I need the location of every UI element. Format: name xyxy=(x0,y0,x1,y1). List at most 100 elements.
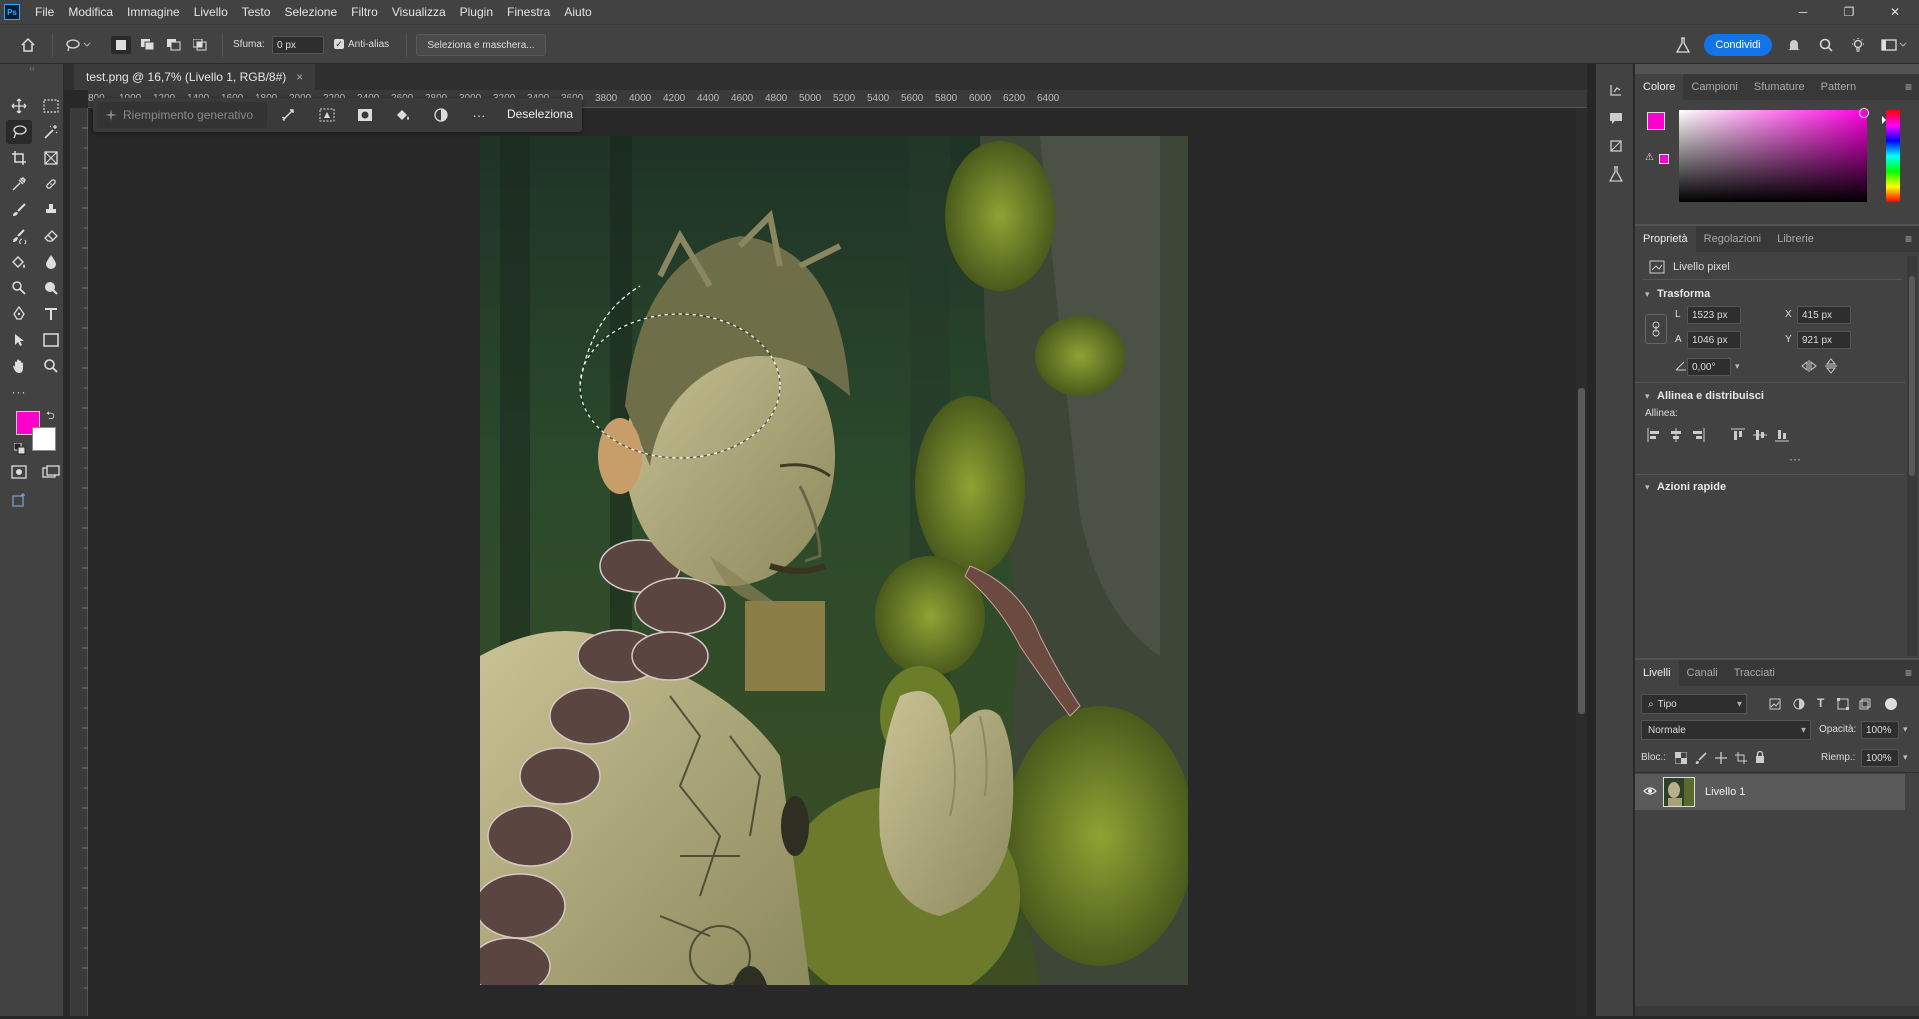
path-selection-tool-icon[interactable] xyxy=(6,328,32,352)
document-tab[interactable]: test.png @ 16,7% (Livello 1, RGB/8#) × xyxy=(74,64,316,90)
discover-icon[interactable] xyxy=(1848,35,1868,55)
filter-shape-icon[interactable] xyxy=(1837,698,1849,710)
height-input[interactable]: 1046 px xyxy=(1687,331,1741,349)
menu-select[interactable]: Selezione xyxy=(277,5,344,19)
magic-wand-tool-icon[interactable] xyxy=(38,120,64,144)
tab-patterns[interactable]: Pattern xyxy=(1813,74,1864,100)
move-tool-icon[interactable] xyxy=(6,94,32,118)
filter-smart-object-icon[interactable] xyxy=(1859,698,1871,710)
lock-all-icon[interactable] xyxy=(1755,751,1765,764)
sponge-tool-icon[interactable] xyxy=(38,276,64,300)
color-picker-handle[interactable] xyxy=(1859,108,1869,118)
flip-horizontal-icon[interactable] xyxy=(1801,360,1817,372)
eye-icon[interactable] xyxy=(1643,786,1657,796)
more-align-options-button[interactable]: ··· xyxy=(1789,452,1801,466)
flask-panel-icon[interactable] xyxy=(1606,164,1626,184)
comments-panel-icon[interactable] xyxy=(1606,108,1626,128)
hue-slider-handle[interactable] xyxy=(1882,116,1886,124)
angle-dropdown-icon[interactable]: ▾ xyxy=(1735,361,1740,372)
intersect-selection-icon[interactable] xyxy=(190,36,210,54)
y-input[interactable]: 921 px xyxy=(1797,331,1851,349)
x-input[interactable]: 415 px xyxy=(1797,306,1851,324)
tab-channels[interactable]: Canali xyxy=(1679,660,1726,686)
properties-scrollbar[interactable] xyxy=(1907,256,1917,656)
angle-input[interactable]: 0,00° xyxy=(1687,358,1731,376)
align-right-icon[interactable] xyxy=(1691,428,1705,442)
menu-filter[interactable]: Filtro xyxy=(344,5,385,19)
select-and-mask-button[interactable]: Seleziona e maschera... xyxy=(416,34,546,56)
close-window-button[interactable]: ✕ xyxy=(1872,0,1918,24)
toolbar-collapse-icon[interactable]: ‹‹ xyxy=(6,64,58,73)
more-options-button[interactable]: ··· xyxy=(469,106,489,124)
rectangle-tool-icon[interactable] xyxy=(38,328,64,352)
tab-gradients[interactable]: Sfumature xyxy=(1746,74,1813,100)
subtract-selection-icon[interactable] xyxy=(164,36,184,54)
swap-colors-icon[interactable]: ⮌ xyxy=(46,407,55,426)
zoom-tool-icon[interactable] xyxy=(38,354,64,378)
lock-image-pixels-icon[interactable] xyxy=(1695,752,1707,764)
create-mask-icon[interactable] xyxy=(355,106,375,124)
lock-transparent-pixels-icon[interactable] xyxy=(1675,752,1687,764)
search-icon[interactable] xyxy=(1816,35,1836,55)
panel-menu-icon[interactable]: ≡ xyxy=(1905,232,1912,246)
document-image[interactable] xyxy=(480,136,1188,985)
menu-image[interactable]: Immagine xyxy=(120,5,187,19)
screen-mode-icon[interactable] xyxy=(38,460,64,484)
history-brush-tool-icon[interactable] xyxy=(6,224,32,248)
color-panel-foreground-swatch[interactable] xyxy=(1647,112,1665,130)
adjustment-layer-icon[interactable] xyxy=(431,106,451,124)
deselect-button[interactable]: Deseleziona xyxy=(507,107,573,121)
panel-menu-icon[interactable]: ≡ xyxy=(1905,80,1912,94)
share-button[interactable]: Condividi xyxy=(1704,34,1772,56)
align-bottom-icon[interactable] xyxy=(1775,428,1789,442)
fill-selection-icon[interactable] xyxy=(393,106,413,124)
close-tab-icon[interactable]: × xyxy=(296,70,303,84)
menu-file[interactable]: File xyxy=(28,5,61,19)
add-selection-icon[interactable] xyxy=(138,36,158,54)
hand-tool-icon[interactable] xyxy=(6,354,32,378)
width-input[interactable]: 1523 px xyxy=(1687,306,1741,324)
select-subject-icon[interactable] xyxy=(317,106,337,124)
healing-brush-tool-icon[interactable] xyxy=(38,172,64,196)
filter-toggle[interactable] xyxy=(1885,698,1897,710)
quick-mask-icon[interactable] xyxy=(6,460,32,484)
bell-icon[interactable] xyxy=(1784,35,1804,55)
home-icon[interactable] xyxy=(14,34,42,56)
paint-bucket-tool-icon[interactable] xyxy=(6,250,32,274)
filter-type-icon[interactable]: T xyxy=(1817,696,1824,710)
align-vertical-center-icon[interactable] xyxy=(1753,428,1767,442)
filter-pixel-icon[interactable] xyxy=(1769,698,1781,710)
tab-libraries[interactable]: Librerie xyxy=(1769,226,1822,252)
new-selection-icon[interactable] xyxy=(111,36,131,54)
maximize-button[interactable]: ❐ xyxy=(1826,0,1872,24)
chevron-down-icon[interactable]: ▾ xyxy=(1903,724,1908,735)
generative-edit-icon[interactable] xyxy=(6,488,32,512)
align-left-icon[interactable] xyxy=(1647,428,1661,442)
modify-selection-icon[interactable] xyxy=(279,106,299,124)
workspace-icon[interactable] xyxy=(1878,35,1912,55)
blur-tool-icon[interactable] xyxy=(38,250,64,274)
tab-color[interactable]: Colore xyxy=(1635,74,1684,100)
link-dimensions-button[interactable] xyxy=(1645,314,1667,344)
more-tools-icon[interactable]: ··· xyxy=(6,380,32,404)
clone-stamp-tool-icon[interactable] xyxy=(38,198,64,222)
eyedropper-tool-icon[interactable] xyxy=(6,172,32,196)
web-color-swatch[interactable] xyxy=(1659,154,1669,164)
menu-view[interactable]: Visualizza xyxy=(385,5,453,19)
layer-row[interactable]: Livello 1 xyxy=(1635,774,1905,810)
type-tool-icon[interactable] xyxy=(38,302,64,326)
opacity-input[interactable]: 100% xyxy=(1861,721,1899,739)
tab-adjustments[interactable]: Regolazioni xyxy=(1696,226,1769,252)
tab-layers[interactable]: Livelli xyxy=(1635,660,1679,686)
tab-paths[interactable]: Tracciati xyxy=(1726,660,1783,686)
marquee-tool-icon[interactable] xyxy=(38,94,64,118)
tab-properties[interactable]: Proprietà xyxy=(1635,226,1696,252)
adjustments-panel-icon[interactable] xyxy=(1606,136,1626,156)
fill-input[interactable]: 100% xyxy=(1861,749,1899,767)
antialias-checkbox[interactable]: ✓ xyxy=(334,39,344,49)
menu-layer[interactable]: Livello xyxy=(187,5,235,19)
scrollbar-thumb[interactable] xyxy=(1909,276,1915,476)
color-picker-field[interactable] xyxy=(1679,108,1869,202)
eraser-tool-icon[interactable] xyxy=(38,224,64,248)
background-color-swatch[interactable] xyxy=(32,427,56,451)
